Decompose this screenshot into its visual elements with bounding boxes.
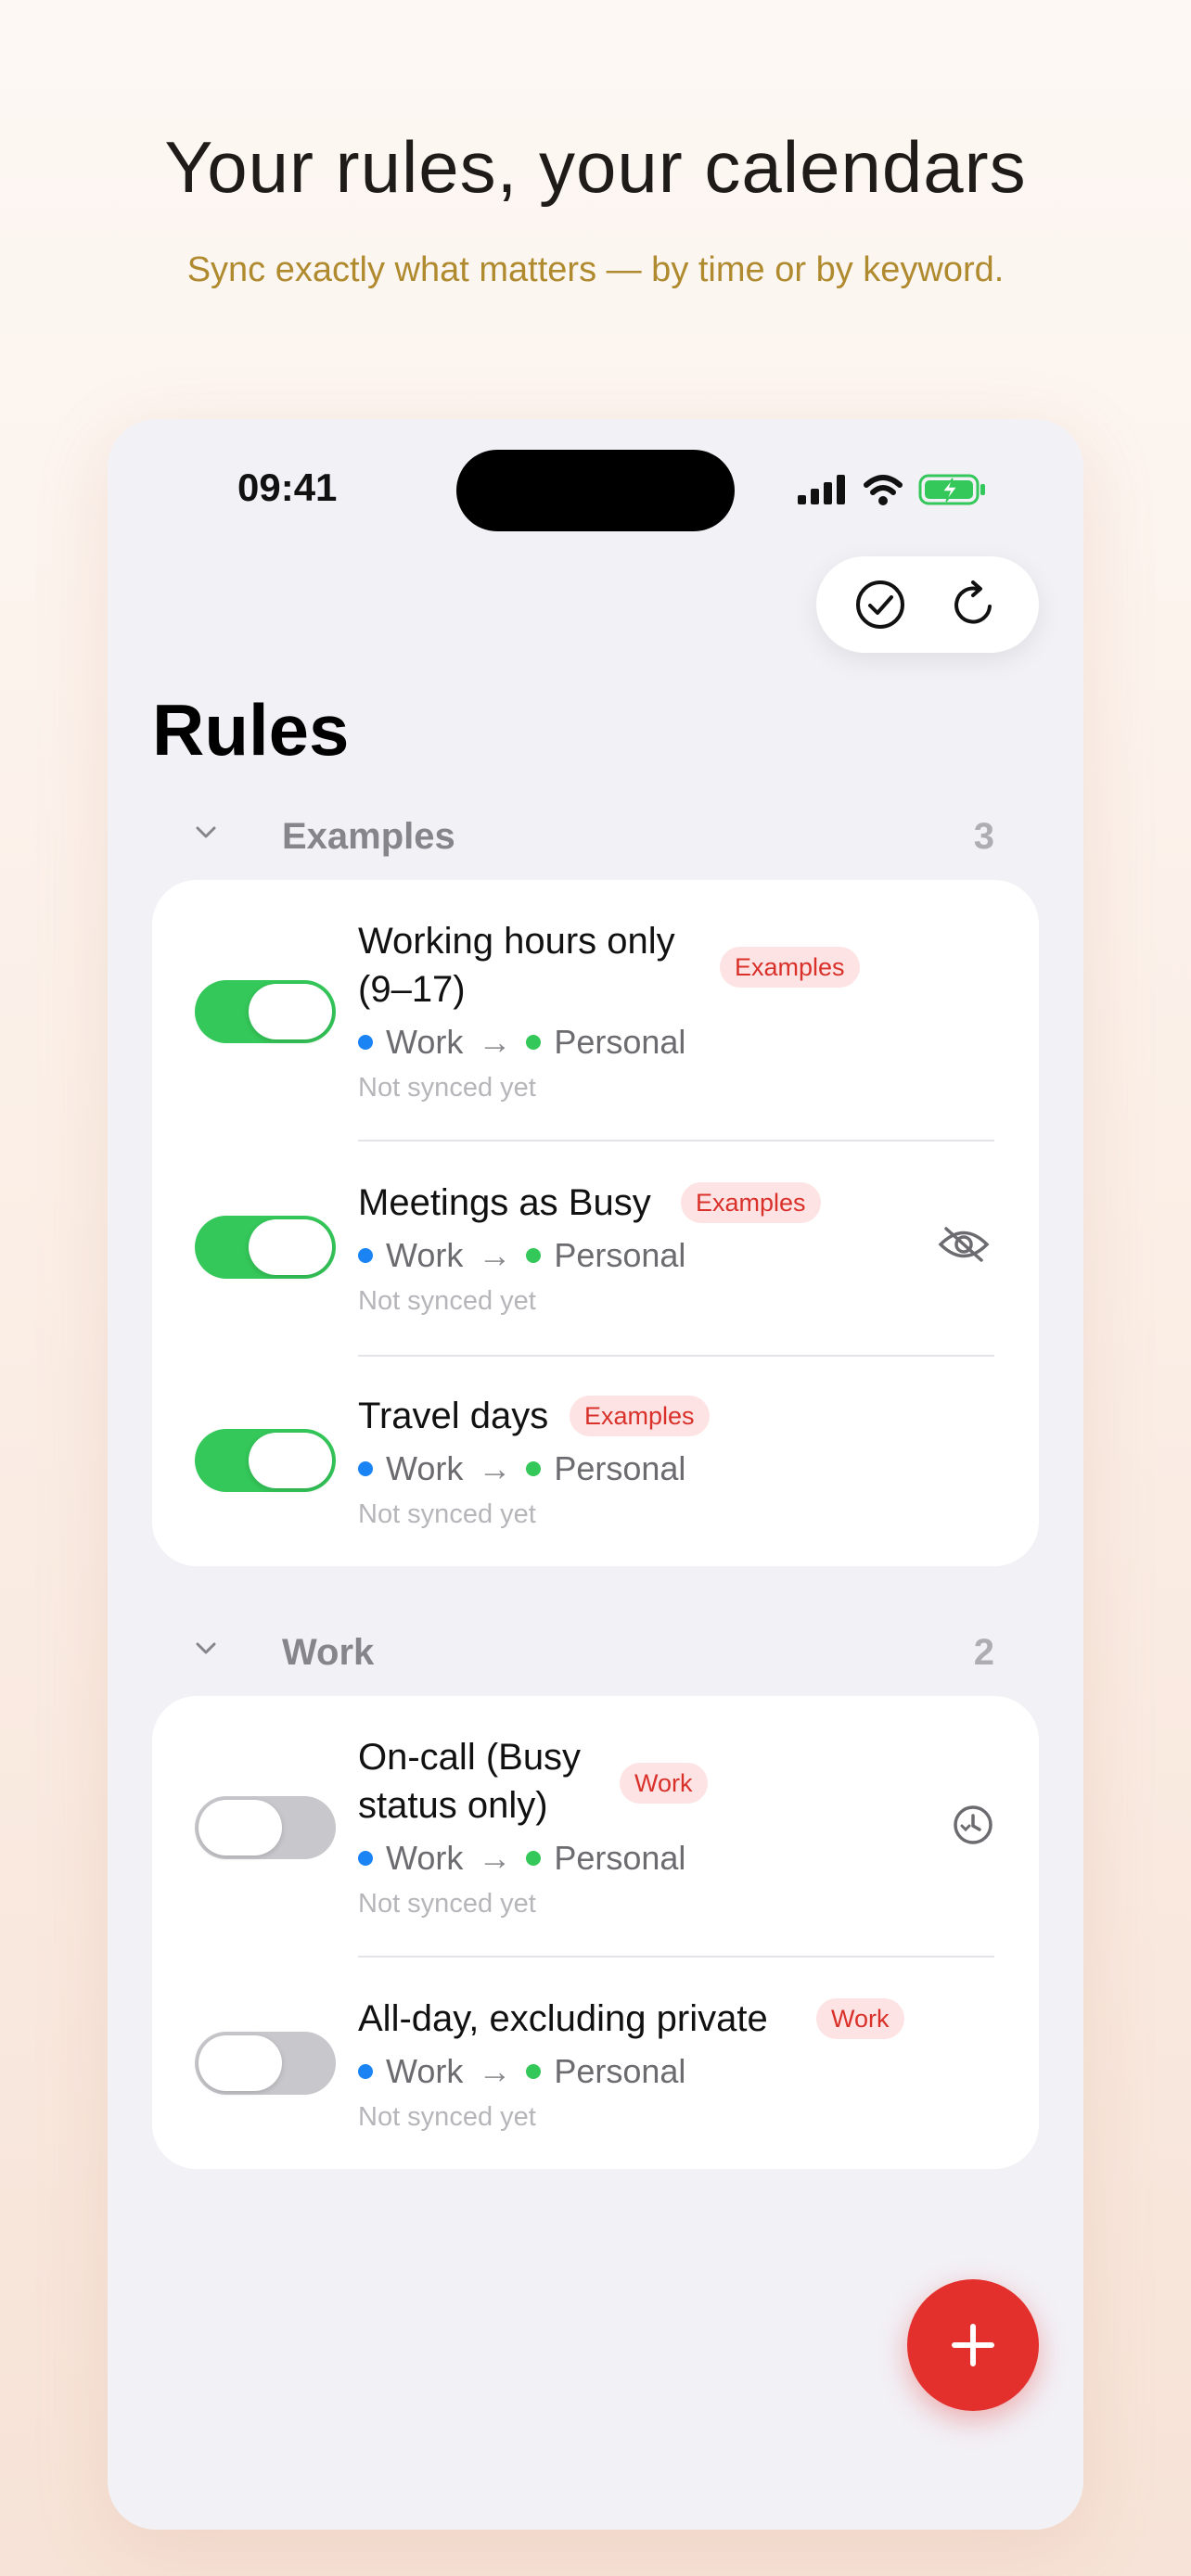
promo-subheadline: Sync exactly what matters — by time or b… bbox=[186, 250, 1005, 289]
route-from: Work bbox=[386, 1023, 464, 1061]
history-icon[interactable] bbox=[952, 1804, 994, 1846]
route-to: Personal bbox=[554, 1449, 686, 1487]
section-count: 3 bbox=[973, 816, 994, 857]
rule-title-line: (9–17) bbox=[358, 969, 466, 1010]
toggle-knob bbox=[249, 1219, 332, 1275]
route-to: Personal bbox=[554, 1023, 686, 1061]
rule-title-line: Working hours only bbox=[358, 921, 675, 962]
rule-route: Work → Personal bbox=[358, 1019, 685, 1065]
personal-dot bbox=[526, 2064, 542, 2079]
rule-row[interactable]: On-call (Busy status only) Work Work → P… bbox=[152, 1696, 1039, 1956]
rule-route: Work → Personal bbox=[358, 2048, 685, 2095]
rule-tag: Examples bbox=[720, 947, 860, 988]
route-to: Personal bbox=[554, 1839, 686, 1877]
section-header-examples[interactable]: Examples 3 bbox=[152, 809, 1039, 864]
personal-dot bbox=[526, 1248, 542, 1263]
route-arrow: → bbox=[478, 1023, 512, 1061]
signal-icon bbox=[798, 475, 845, 504]
route-to: Personal bbox=[554, 2052, 686, 2090]
personal-dot bbox=[526, 1035, 542, 1050]
rule-title: Meetings as Busy bbox=[358, 1182, 651, 1223]
plus-icon bbox=[952, 2324, 994, 2366]
rule-toggle[interactable] bbox=[195, 2032, 336, 2095]
refresh-icon[interactable] bbox=[945, 575, 1005, 634]
section-header-work[interactable]: Work 2 bbox=[152, 1625, 1039, 1680]
dynamic-island bbox=[456, 450, 735, 531]
route-from: Work bbox=[386, 1449, 464, 1487]
eye-slash-icon[interactable] bbox=[937, 1225, 991, 1264]
sync-status: Not synced yet bbox=[358, 1889, 536, 1919]
work-dot bbox=[358, 1461, 373, 1476]
rule-tag: Work bbox=[816, 1998, 904, 2039]
rule-toggle[interactable] bbox=[195, 1216, 336, 1279]
rule-title-line: status only) bbox=[358, 1785, 548, 1826]
rule-route: Work → Personal bbox=[358, 1446, 685, 1492]
rules-card-work: On-call (Busy status only) Work Work → P… bbox=[152, 1696, 1039, 2169]
status-time: 09:41 bbox=[237, 465, 338, 509]
page-title: Rules bbox=[152, 689, 350, 771]
section-label: Examples bbox=[282, 816, 455, 857]
rule-row[interactable]: Travel days Examples Work → Personal Not… bbox=[152, 1357, 1039, 1566]
toolbar bbox=[816, 556, 1039, 653]
rule-title: On-call (Busy status only) bbox=[358, 1733, 581, 1830]
phone-screen: 09:41 Rules Examples 3 Working hours onl… bbox=[108, 419, 1083, 2530]
chevron-down-icon bbox=[196, 1642, 216, 1654]
rule-row[interactable]: Meetings as Busy Examples Work → Persona… bbox=[152, 1141, 1039, 1355]
rule-toggle[interactable] bbox=[195, 1429, 336, 1492]
rules-card-examples: Working hours only (9–17) Examples Work … bbox=[152, 880, 1039, 1566]
chevron-down-icon bbox=[196, 826, 216, 838]
route-arrow: → bbox=[478, 1236, 512, 1274]
wifi-icon bbox=[864, 475, 903, 505]
route-arrow: → bbox=[478, 2052, 512, 2090]
status-icons bbox=[798, 471, 987, 508]
work-dot bbox=[358, 2064, 373, 2079]
route-arrow: → bbox=[478, 1449, 512, 1487]
sync-status: Not synced yet bbox=[358, 1286, 536, 1316]
rule-tag: Examples bbox=[681, 1182, 821, 1223]
rule-row[interactable]: Working hours only (9–17) Examples Work … bbox=[152, 880, 1039, 1140]
sync-status: Not synced yet bbox=[358, 1073, 536, 1103]
rule-title-line: On-call (Busy bbox=[358, 1737, 582, 1778]
promo-headline: Your rules, your calendars bbox=[164, 126, 1027, 208]
sync-status: Not synced yet bbox=[358, 2102, 536, 2132]
sync-status: Not synced yet bbox=[358, 1499, 536, 1529]
rule-tag: Work bbox=[620, 1763, 708, 1804]
toggle-knob bbox=[198, 2035, 282, 2091]
checkmark-circle-icon[interactable] bbox=[851, 575, 910, 634]
rule-title: Travel days bbox=[358, 1396, 549, 1436]
section-label: Work bbox=[282, 1632, 375, 1673]
work-dot bbox=[358, 1851, 373, 1866]
personal-dot bbox=[526, 1851, 542, 1866]
toggle-knob bbox=[249, 1433, 332, 1488]
work-dot bbox=[358, 1248, 373, 1263]
route-to: Personal bbox=[554, 1236, 686, 1274]
rule-route: Work → Personal bbox=[358, 1232, 685, 1279]
work-dot bbox=[358, 1035, 373, 1050]
rule-toggle[interactable] bbox=[195, 980, 336, 1043]
rule-route: Work → Personal bbox=[358, 1835, 685, 1881]
rule-tag: Examples bbox=[570, 1396, 710, 1436]
toggle-knob bbox=[249, 984, 332, 1039]
rule-title: All-day, excluding private bbox=[358, 1998, 768, 2039]
route-from: Work bbox=[386, 2052, 464, 2090]
add-rule-button[interactable] bbox=[907, 2279, 1039, 2411]
battery-charging-icon bbox=[918, 474, 985, 505]
toggle-knob bbox=[198, 1800, 282, 1855]
route-arrow: → bbox=[478, 1839, 512, 1877]
route-from: Work bbox=[386, 1839, 464, 1877]
route-from: Work bbox=[386, 1236, 464, 1274]
rule-title: Working hours only (9–17) bbox=[358, 917, 675, 1014]
personal-dot bbox=[526, 1461, 542, 1476]
rule-toggle[interactable] bbox=[195, 1796, 336, 1859]
section-count: 2 bbox=[973, 1632, 994, 1673]
rule-row[interactable]: All-day, excluding private Work Work → P… bbox=[152, 1958, 1039, 2169]
